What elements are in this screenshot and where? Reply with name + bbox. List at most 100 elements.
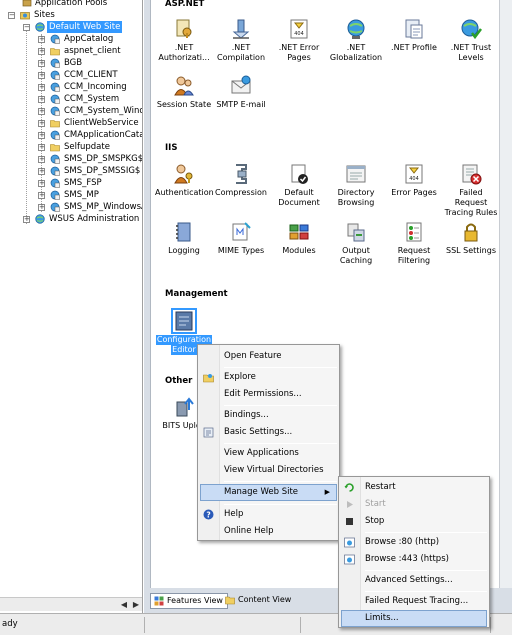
feature-label-2: Levels — [458, 53, 484, 62]
expand-toggle[interactable]: + — [38, 60, 45, 67]
tab-label: Content View — [238, 595, 292, 604]
expand-toggle[interactable]: + — [38, 48, 45, 55]
feature-net-authorization[interactable]: .NET Authorizati... — [155, 18, 213, 63]
feature-label-2: Authorizati... — [158, 53, 210, 62]
feature-failed-request-tracing-rules[interactable]: Failed Request Tracing Rules — [442, 163, 500, 218]
feature-net-profile[interactable]: .NET Profile — [385, 18, 443, 53]
web-app-icon — [50, 106, 60, 116]
menu-separator — [224, 481, 337, 482]
section-header-iis: IIS — [165, 143, 178, 153]
horizontal-scrollbar[interactable]: ◀ ▶ — [0, 597, 142, 611]
tree-item-label: SMS_DP_SMSSIG$ — [64, 166, 141, 176]
menu-item-stop[interactable]: Stop — [341, 513, 487, 530]
feature-label-2: Globalization — [329, 53, 383, 62]
menu-item-advanced-settings[interactable]: Advanced Settings... — [341, 572, 487, 589]
feature-mime-types[interactable]: MIME Types — [212, 221, 270, 256]
clamp-icon — [236, 164, 247, 184]
web-app-icon — [50, 154, 60, 164]
menu-item-start[interactable]: Start — [341, 496, 487, 513]
collapse-toggle[interactable]: − — [23, 24, 30, 31]
menu-item-browse-443[interactable]: Browse :443 (https) — [341, 551, 487, 568]
menu-item-explore[interactable]: Explore — [200, 369, 337, 386]
feature-label-2: Document — [278, 198, 320, 207]
feature-session-state[interactable]: Session State — [155, 75, 213, 110]
menu-item-help[interactable]: ? Help — [200, 506, 337, 523]
feature-label-2: Browsing — [337, 198, 375, 207]
tab-label: Features View — [167, 596, 223, 605]
web-app-icon — [50, 178, 60, 188]
feature-label-2: Tracing Rules — [444, 208, 498, 217]
feature-error-pages[interactable]: 404 Error Pages — [385, 163, 443, 198]
expand-toggle[interactable]: + — [38, 204, 45, 211]
web-app-icon — [50, 202, 60, 212]
menu-item-online-help[interactable]: Online Help — [200, 523, 337, 540]
menu-item-label: Edit Permissions... — [224, 389, 302, 399]
expand-toggle[interactable]: + — [38, 84, 45, 91]
scroll-left-arrow-icon[interactable]: ◀ — [118, 599, 130, 611]
svg-text:404: 404 — [294, 31, 304, 37]
expand-toggle[interactable]: + — [38, 120, 45, 127]
feature-label: Logging — [168, 246, 200, 255]
menu-item-open-feature[interactable]: Open Feature — [200, 348, 337, 365]
tab-content-view[interactable]: Content View — [222, 593, 295, 609]
feature-label-2: Editor — [171, 345, 197, 355]
feature-label: Error Pages — [391, 188, 437, 197]
feature-authentication[interactable]: Authentication — [155, 163, 214, 198]
feature-request-filtering[interactable]: Request Filtering — [385, 221, 443, 266]
feature-default-document[interactable]: Default Document — [270, 163, 328, 208]
feature-output-caching[interactable]: Output Caching — [327, 221, 385, 266]
tree-item-label: aspnet_client — [64, 46, 121, 56]
feature-label: Modules — [282, 246, 316, 255]
expand-toggle[interactable]: + — [38, 144, 45, 151]
collapse-toggle[interactable]: − — [8, 12, 15, 19]
expand-toggle[interactable]: + — [38, 108, 45, 115]
feature-net-trust-levels[interactable]: .NET Trust Levels — [442, 18, 500, 63]
feature-label: MIME Types — [217, 246, 265, 255]
globe-icon — [347, 19, 365, 39]
feature-net-globalization[interactable]: .NET Globalization — [327, 18, 385, 63]
tab-features-view[interactable]: Features View — [150, 593, 228, 609]
tree-item-label: SMS_MP_WindowsAu — [64, 202, 142, 212]
tracing-error-icon — [462, 164, 482, 185]
feature-logging[interactable]: Logging — [155, 221, 213, 256]
menu-item-failed-request-tracing[interactable]: Failed Request Tracing... — [341, 593, 487, 610]
feature-directory-browsing[interactable]: Directory Browsing — [327, 163, 385, 208]
menu-separator — [224, 367, 337, 368]
expand-toggle[interactable]: + — [38, 96, 45, 103]
menu-item-view-applications[interactable]: View Applications — [200, 445, 337, 462]
menu-item-bindings[interactable]: Bindings... — [200, 407, 337, 424]
menu-item-edit-permissions[interactable]: Edit Permissions... — [200, 386, 337, 403]
feature-net-compilation[interactable]: .NET Compilation — [212, 18, 270, 63]
tree-item-label: SMS_FSP — [64, 178, 102, 188]
feature-label: Directory — [337, 188, 375, 197]
error-404-icon: 404 — [290, 19, 308, 39]
explore-folder-icon — [203, 374, 214, 383]
feature-label-2: Pages — [287, 53, 311, 62]
expand-toggle[interactable]: + — [38, 180, 45, 187]
status-divider — [490, 617, 491, 633]
menu-item-manage-web-site[interactable]: Manage Web Site ▶ — [200, 484, 337, 501]
expand-toggle[interactable]: + — [38, 132, 45, 139]
expand-toggle[interactable]: + — [38, 36, 45, 43]
feature-compression[interactable]: Compression — [212, 163, 270, 198]
scroll-right-arrow-icon[interactable]: ▶ — [130, 599, 142, 611]
menu-item-view-virtual-directories[interactable]: View Virtual Directories — [200, 462, 337, 479]
menu-item-label: Restart — [365, 482, 396, 492]
expand-toggle[interactable]: + — [23, 216, 30, 223]
expand-toggle[interactable]: + — [38, 168, 45, 175]
feature-smtp-email[interactable]: SMTP E-mail — [212, 75, 270, 110]
vertical-scrollbar[interactable] — [499, 0, 512, 588]
menu-item-basic-settings[interactable]: Basic Settings... — [200, 424, 337, 441]
menu-item-limits[interactable]: Limits... — [341, 610, 487, 627]
menu-item-browse-80[interactable]: Browse :80 (http) — [341, 534, 487, 551]
log-book-icon — [176, 222, 191, 242]
feature-label-2: Caching — [339, 256, 373, 265]
menu-item-restart[interactable]: Restart — [341, 479, 487, 496]
feature-ssl-settings[interactable]: SSL Settings — [442, 221, 500, 256]
expand-toggle[interactable]: + — [38, 156, 45, 163]
expand-toggle[interactable]: + — [38, 192, 45, 199]
feature-net-error-pages[interactable]: 404 .NET Error Pages — [270, 18, 328, 63]
expand-toggle[interactable]: + — [38, 72, 45, 79]
feature-modules[interactable]: Modules — [270, 221, 328, 256]
browse-icon — [344, 554, 355, 565]
